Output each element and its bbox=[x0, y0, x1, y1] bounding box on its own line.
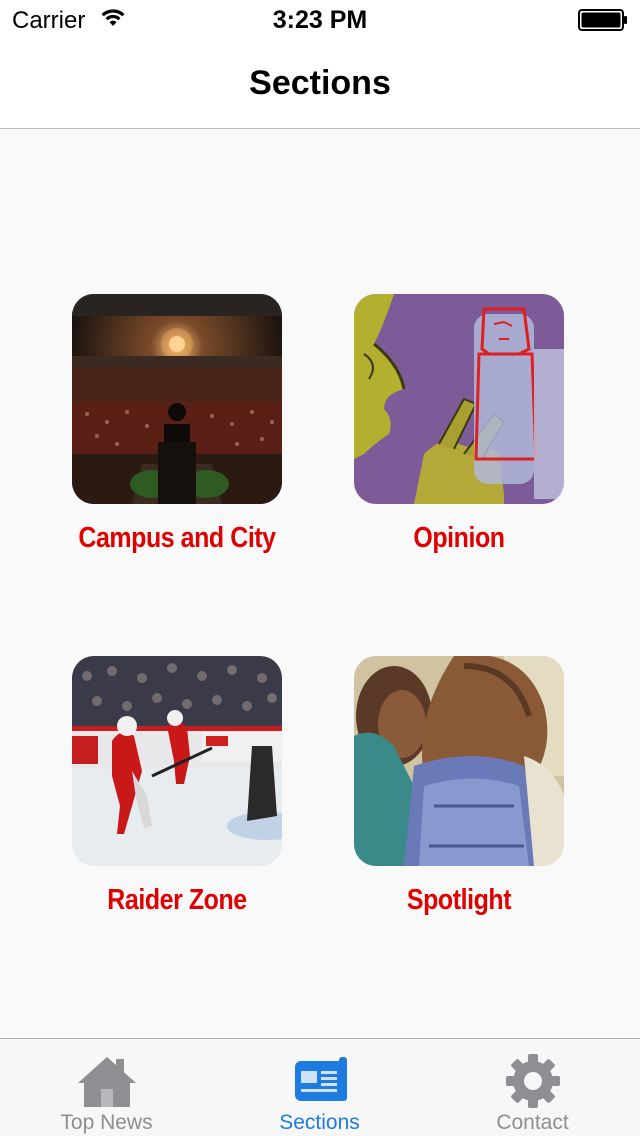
newspaper-icon bbox=[295, 1057, 347, 1101]
tab-sections[interactable]: Sections bbox=[213, 1039, 426, 1136]
section-spotlight[interactable]: Spotlight bbox=[329, 656, 589, 936]
battery-icon bbox=[578, 9, 627, 31]
hockey-photo[interactable] bbox=[72, 656, 282, 866]
tab-bar: Top News Sections Contact bbox=[0, 1038, 640, 1136]
tab-label[interactable]: Sections bbox=[213, 1111, 426, 1135]
tab-contact[interactable]: Contact bbox=[426, 1039, 639, 1136]
tab-label[interactable]: Contact bbox=[426, 1111, 639, 1135]
section-opinion[interactable]: Opinion bbox=[329, 294, 589, 574]
gear-icon bbox=[506, 1054, 560, 1108]
section-label[interactable]: Spotlight bbox=[330, 884, 588, 917]
section-label[interactable]: Raider Zone bbox=[48, 884, 306, 917]
students-photo[interactable] bbox=[354, 656, 564, 866]
section-raider-zone[interactable]: Raider Zone bbox=[47, 656, 307, 936]
navigation-bar: Sections bbox=[0, 40, 640, 129]
auditorium-photo[interactable] bbox=[72, 294, 282, 504]
section-label[interactable]: Opinion bbox=[330, 522, 588, 555]
opinion-illustration[interactable] bbox=[354, 294, 564, 504]
status-time: 3:23 PM bbox=[272, 6, 368, 34]
sections-screen: Carrier 3:23 PM Sections Campus and City… bbox=[0, 0, 640, 1136]
status-bar: Carrier 3:23 PM bbox=[0, 0, 640, 40]
section-campus-and-city[interactable]: Campus and City bbox=[47, 294, 307, 574]
tab-top-news[interactable]: Top News bbox=[0, 1039, 213, 1136]
section-label[interactable]: Campus and City bbox=[48, 522, 306, 555]
page-title: Sections bbox=[249, 64, 391, 102]
tab-label[interactable]: Top News bbox=[0, 1111, 213, 1135]
house-icon bbox=[78, 1057, 136, 1107]
